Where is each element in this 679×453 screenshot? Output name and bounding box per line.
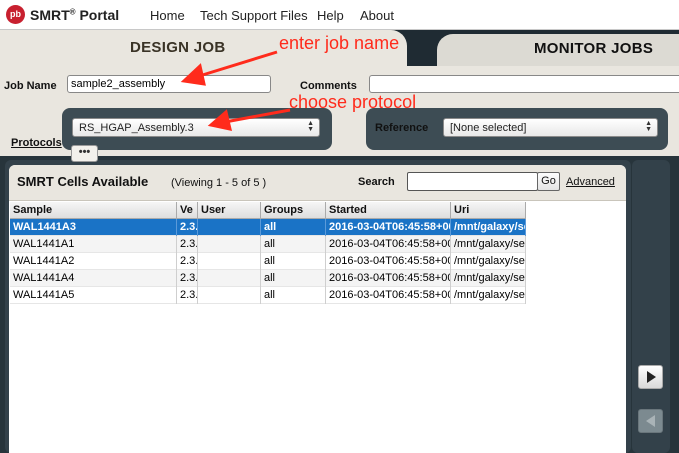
- updown-arrows-icon: ▲ ▼: [307, 120, 314, 133]
- app-window: pb SMRT® Portal Home Tech Support Files …: [0, 0, 679, 453]
- tab-monitor-jobs-label: MONITOR JOBS: [534, 40, 654, 57]
- comments-label: Comments: [300, 80, 357, 92]
- table-header: Sample Ve User Groups Started Uri: [10, 202, 526, 219]
- cell-user: [198, 236, 261, 253]
- smrt-cells-title: SMRT Cells Available: [17, 174, 149, 189]
- reference-selected-value: [None selected]: [450, 122, 527, 134]
- protocol-select[interactable]: RS_HGAP_Assembly.3 ▲ ▼: [72, 118, 320, 137]
- cell-version: 2.3.: [177, 287, 198, 304]
- cell-started: 2016-03-04T06:45:58+00: [326, 287, 451, 304]
- column-header-user[interactable]: User: [198, 202, 261, 219]
- menu-tech-support-files[interactable]: Tech Support Files: [200, 8, 308, 23]
- tab-monitor-jobs[interactable]: MONITOR JOBS: [437, 34, 679, 66]
- cell-user: [198, 253, 261, 270]
- cell-sample: WAL1441A4: [10, 270, 177, 287]
- cell-groups: all: [261, 287, 326, 304]
- cell-version: 2.3.: [177, 236, 198, 253]
- menu-help[interactable]: Help: [317, 8, 344, 23]
- protocols-label[interactable]: Protocols: [11, 137, 62, 149]
- protocol-options-button[interactable]: •••: [71, 145, 98, 162]
- column-header-uri[interactable]: Uri: [451, 202, 526, 219]
- smrt-cells-table: Sample Ve User Groups Started Uri WAL144…: [10, 202, 526, 304]
- menu-bar: pb SMRT® Portal Home Tech Support Files …: [0, 0, 679, 30]
- cell-groups: all: [261, 236, 326, 253]
- reference-label: Reference: [375, 122, 429, 134]
- table-row[interactable]: WAL1441A4 2.3. all 2016-03-04T06:45:58+0…: [10, 270, 526, 287]
- table-row[interactable]: WAL1441A3 2.3. all 2016-03-04T06:45:58+0…: [10, 219, 526, 236]
- cell-uri: /mnt/galaxy/se: [451, 236, 526, 253]
- search-go-button[interactable]: Go: [537, 172, 560, 191]
- protocol-selected-value: RS_HGAP_Assembly.3: [79, 122, 194, 134]
- cell-uri: /mnt/galaxy/se: [451, 270, 526, 287]
- search-input[interactable]: [407, 172, 538, 191]
- cell-version: 2.3.: [177, 253, 198, 270]
- comments-input[interactable]: [369, 75, 679, 93]
- menu-home[interactable]: Home: [150, 8, 185, 23]
- tab-design-job-label: DESIGN JOB: [130, 39, 226, 56]
- annotation-enter-job-name: enter job name: [279, 33, 400, 53]
- cell-started: 2016-03-04T06:45:58+00: [326, 270, 451, 287]
- viewing-count: (Viewing 1 - 5 of 5 ): [171, 177, 267, 189]
- cell-uri: /mnt/galaxy/se: [451, 219, 526, 236]
- cell-sample: WAL1441A1: [10, 236, 177, 253]
- cell-uri: /mnt/galaxy/se: [451, 253, 526, 270]
- annotation-choose-protocol: choose protocol: [289, 92, 417, 112]
- cell-user: [198, 270, 261, 287]
- table-row[interactable]: WAL1441A1 2.3. all 2016-03-04T06:45:58+0…: [10, 236, 526, 253]
- cell-sample: WAL1441A5: [10, 287, 177, 304]
- cell-groups: all: [261, 270, 326, 287]
- reference-select[interactable]: [None selected] ▲ ▼: [443, 118, 658, 137]
- advanced-search-link[interactable]: Advanced: [566, 176, 615, 188]
- job-name-label: Job Name: [4, 80, 57, 92]
- menu-about[interactable]: About: [360, 8, 394, 23]
- cell-version: 2.3.: [177, 219, 198, 236]
- cell-sample: WAL1441A3: [10, 219, 177, 236]
- updown-arrows-icon: ▲ ▼: [645, 120, 652, 133]
- column-header-groups[interactable]: Groups: [261, 202, 326, 219]
- pacbio-logo-icon: pb: [6, 5, 25, 24]
- cell-groups: all: [261, 253, 326, 270]
- search-label: Search: [358, 176, 395, 188]
- table-row[interactable]: WAL1441A5 2.3. all 2016-03-04T06:45:58+0…: [10, 287, 526, 304]
- play-right-icon: [647, 371, 656, 383]
- play-left-icon: [646, 415, 655, 427]
- cell-groups: all: [261, 219, 326, 236]
- table-row[interactable]: WAL1441A2 2.3. all 2016-03-04T06:45:58+0…: [10, 253, 526, 270]
- job-name-input[interactable]: sample2_assembly: [67, 75, 271, 93]
- cell-uri: /mnt/galaxy/se: [451, 287, 526, 304]
- remove-selected-button[interactable]: [638, 409, 663, 433]
- cell-started: 2016-03-04T06:45:58+00: [326, 236, 451, 253]
- cell-started: 2016-03-04T06:45:58+00: [326, 219, 451, 236]
- cell-user: [198, 287, 261, 304]
- app-title: SMRT® Portal: [30, 7, 120, 23]
- cell-sample: WAL1441A2: [10, 253, 177, 270]
- cell-user: [198, 219, 261, 236]
- column-header-sample[interactable]: Sample: [10, 202, 177, 219]
- column-header-version[interactable]: Ve: [177, 202, 198, 219]
- cell-version: 2.3.: [177, 270, 198, 287]
- cell-started: 2016-03-04T06:45:58+00: [326, 253, 451, 270]
- add-selected-button[interactable]: [638, 365, 663, 389]
- column-header-started[interactable]: Started: [326, 202, 451, 219]
